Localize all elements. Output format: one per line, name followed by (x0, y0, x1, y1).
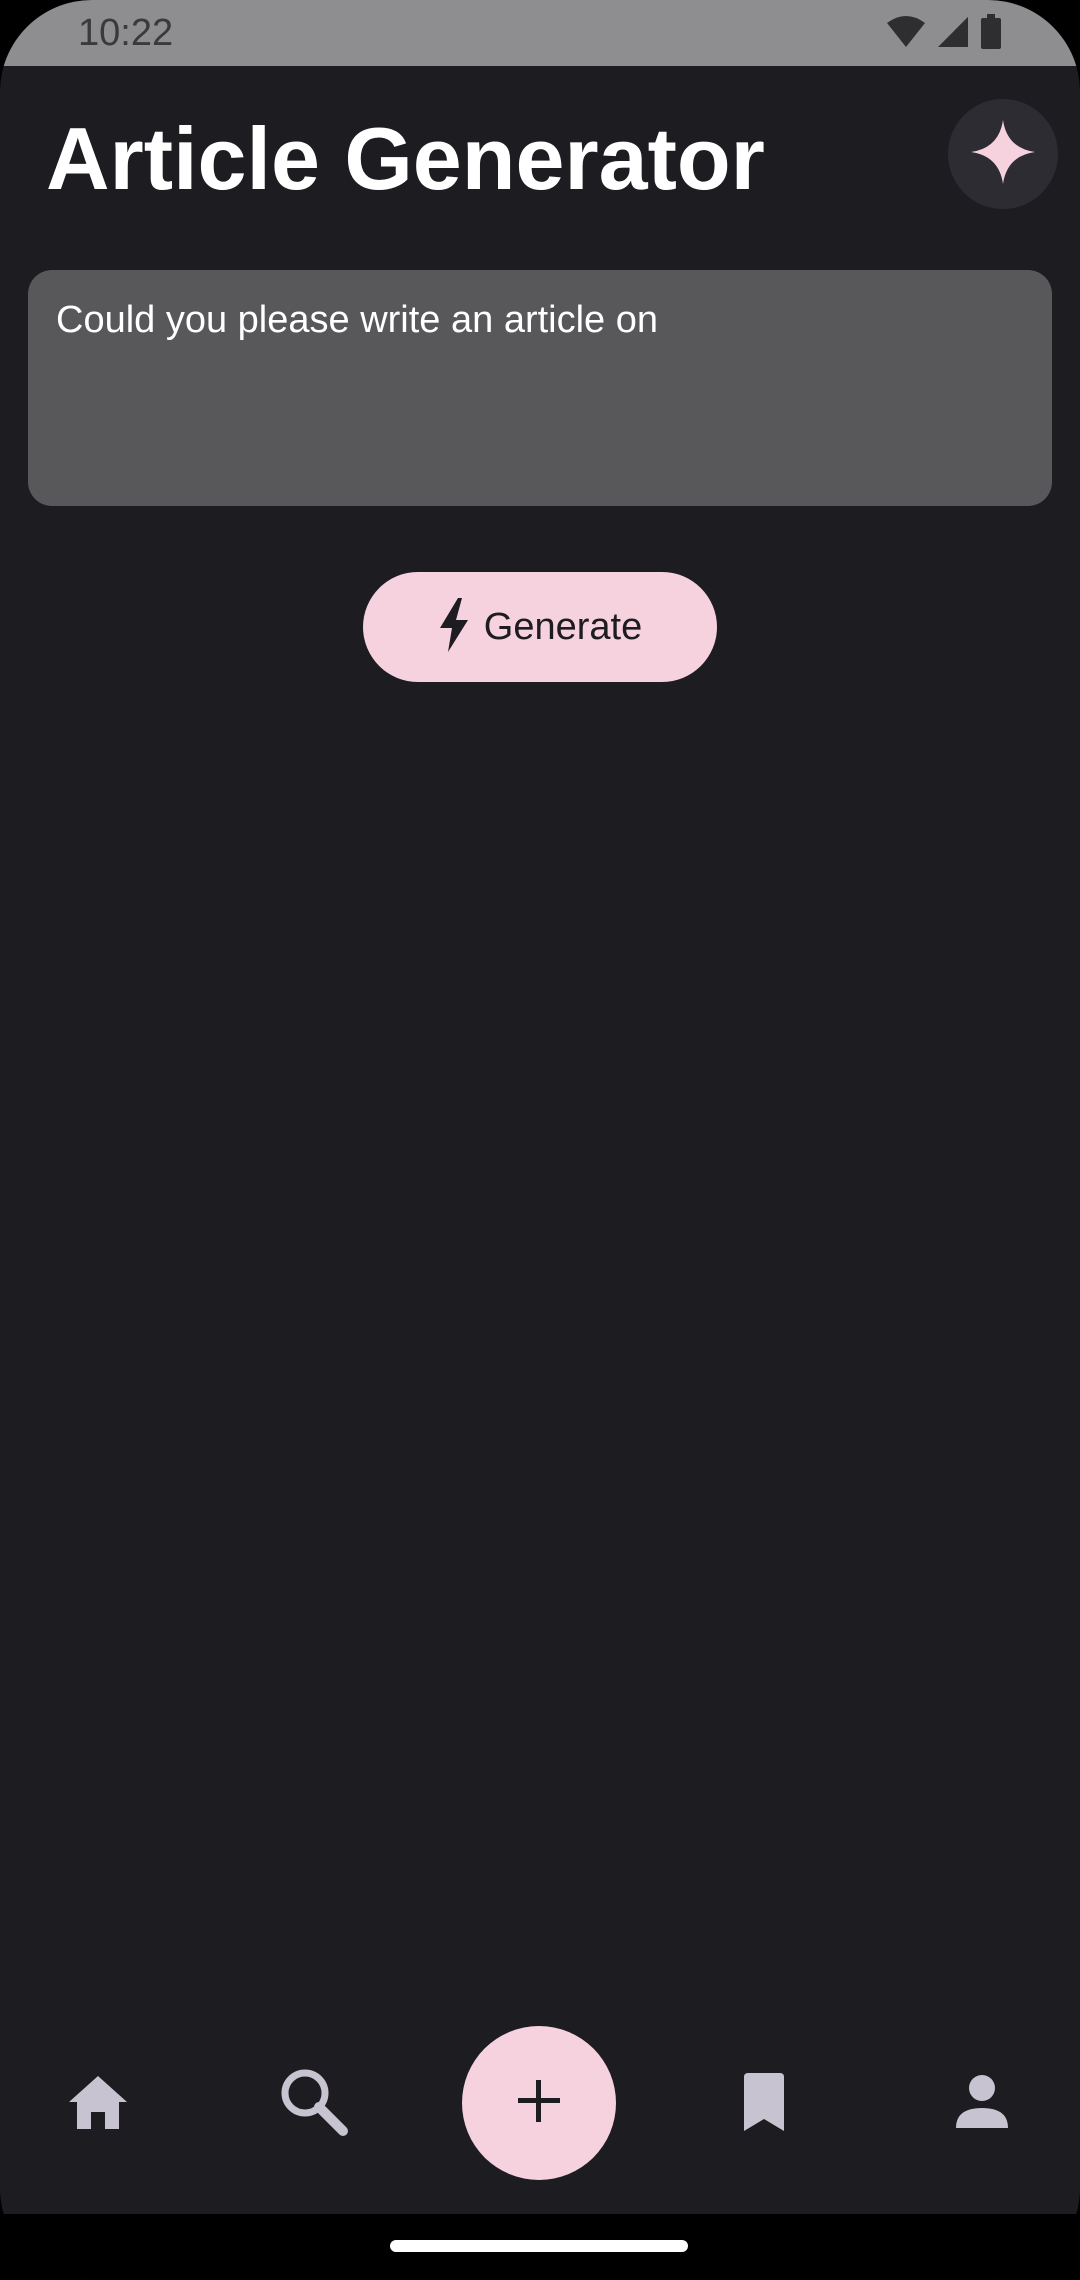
battery-icon (980, 13, 1002, 55)
gesture-handle[interactable] (390, 2240, 688, 2252)
search-icon (279, 2067, 349, 2142)
add-icon (516, 2078, 562, 2129)
bolt-icon (438, 597, 470, 657)
nav-profile[interactable] (932, 2054, 1032, 2154)
nav-bookmarks[interactable] (714, 2054, 814, 2154)
sparkle-icon (971, 119, 1035, 189)
wifi-icon (886, 15, 926, 54)
phone-screen: 10:22 Article Generator Could you please… (0, 0, 1080, 2280)
signal-icon (936, 15, 970, 54)
add-button[interactable] (462, 2026, 616, 2180)
prompt-input-text: Could you please write an article on (56, 299, 659, 341)
generate-button[interactable]: Generate (363, 572, 717, 682)
bookmark-icon (740, 2072, 788, 2136)
nav-search[interactable] (264, 2054, 364, 2154)
nav-home[interactable] (48, 2054, 148, 2154)
status-bar: 10:22 (0, 0, 1080, 66)
home-icon (67, 2074, 129, 2135)
prompt-input[interactable]: Could you please write an article on (28, 270, 1052, 506)
sparkle-button[interactable] (948, 99, 1058, 209)
person-icon (954, 2074, 1010, 2135)
generate-label: Generate (483, 605, 643, 648)
page-title: Article Generator (46, 109, 765, 208)
status-icons (886, 13, 1002, 55)
status-time: 10:22 (78, 12, 174, 54)
